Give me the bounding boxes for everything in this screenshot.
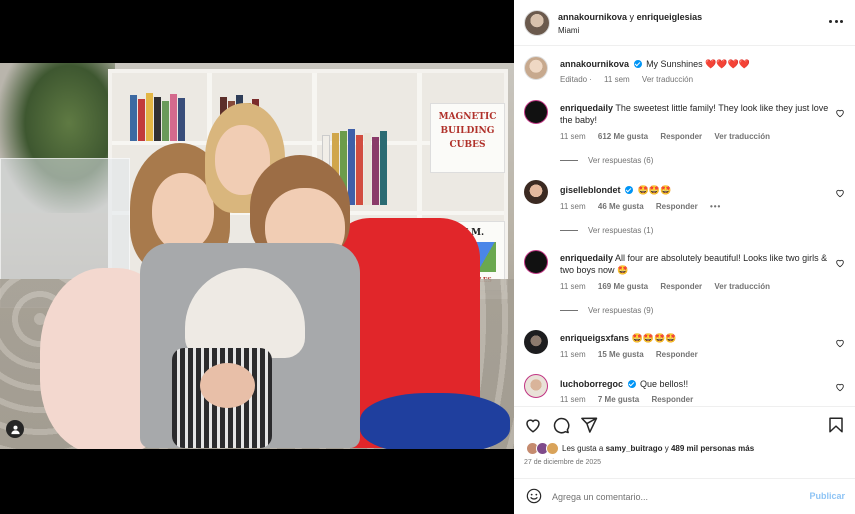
liker-avatar[interactable]: [546, 442, 559, 455]
caption-avatar[interactable]: [524, 56, 548, 80]
comment-username[interactable]: enriquedaily: [560, 253, 613, 263]
reply-button[interactable]: Responder: [660, 132, 702, 141]
likes-connector: y: [664, 444, 669, 453]
user-tag-icon[interactable]: [6, 420, 24, 438]
baby-face: [200, 363, 255, 408]
comment-avatar[interactable]: [524, 374, 548, 398]
comment-time[interactable]: 11 sem: [560, 282, 586, 291]
reply-button[interactable]: Responder: [656, 350, 698, 359]
caption-text: annakournikova My Sunshines ❤️❤️❤️❤️: [560, 58, 832, 70]
caption-username[interactable]: annakournikova: [560, 59, 629, 69]
likes-count[interactable]: 489 mil personas más: [671, 444, 754, 453]
share-icon[interactable]: [580, 416, 598, 434]
author-avatar[interactable]: [524, 10, 550, 36]
smiley-icon[interactable]: [526, 488, 542, 504]
view-replies-label: Ver respuestas (6): [588, 156, 654, 165]
hearts-emoji: ❤️❤️❤️❤️: [705, 59, 750, 69]
heart-icon[interactable]: [524, 416, 542, 434]
comment-likes[interactable]: 7 Me gusta: [598, 395, 639, 404]
post-sidebar: annakournikova y enriqueiglesias Miami a…: [514, 0, 855, 514]
view-replies-label: Ver respuestas (1): [588, 226, 654, 235]
post-authors: annakournikova y enriqueiglesias: [558, 12, 702, 22]
comment-likes[interactable]: 46 Me gusta: [598, 202, 644, 211]
likes-prefix: Les gusta a: [562, 444, 604, 453]
comment-input[interactable]: [552, 488, 802, 506]
comment-avatar[interactable]: [524, 330, 548, 354]
likes-text: Les gusta a samy_buitrago y 489 mil pers…: [562, 444, 754, 453]
bookmark-icon[interactable]: [827, 416, 845, 434]
child-right-shorts: [360, 393, 510, 449]
reply-button[interactable]: Responder: [656, 202, 698, 211]
publish-button[interactable]: Publicar: [809, 491, 845, 501]
comment-likes[interactable]: 612 Me gusta: [598, 132, 648, 141]
comment-avatar[interactable]: [524, 180, 548, 204]
caption-meta: Editado · 11 sem Ver traducción: [560, 75, 694, 84]
edited-label: Editado: [560, 75, 588, 84]
comment-username[interactable]: giselleblondet: [560, 185, 621, 195]
comment-time[interactable]: 11 sem: [560, 395, 586, 404]
view-replies-button[interactable]: Ver respuestas (9): [560, 306, 653, 315]
see-translation-link[interactable]: Ver traducción: [642, 75, 693, 84]
see-translation-link[interactable]: Ver traducción: [714, 132, 770, 141]
comment-body: 🤩🤩🤩🤩: [631, 333, 677, 343]
view-replies-label: Ver respuestas (9): [588, 306, 654, 315]
comments-list[interactable]: annakournikova My Sunshines ❤️❤️❤️❤️ Edi…: [514, 46, 855, 406]
view-replies-button[interactable]: Ver respuestas (6): [560, 156, 653, 165]
heart-icon[interactable]: [835, 108, 845, 118]
author-username[interactable]: annakournikova: [558, 12, 627, 22]
post-date[interactable]: 27 de diciembre de 2025: [524, 459, 601, 466]
comment-body: Que bellos!!: [640, 379, 689, 389]
comment-time[interactable]: 11 sem: [560, 202, 586, 211]
comment-text: enriquedaily The sweetest little family!…: [560, 102, 832, 126]
view-replies-button[interactable]: Ver respuestas (1): [560, 226, 653, 235]
caption-time[interactable]: 11 sem: [604, 75, 630, 84]
reply-button[interactable]: Responder: [651, 395, 693, 404]
liker-username[interactable]: samy_buitrago: [606, 444, 663, 453]
more-options-icon[interactable]: [829, 14, 843, 28]
comment-meta: 11 sem 7 Me gusta Responder: [560, 395, 703, 404]
comment-likes[interactable]: 169 Me gusta: [598, 282, 648, 291]
comment-time[interactable]: 11 sem: [560, 350, 586, 359]
authors-connector: y: [629, 12, 635, 22]
comment-meta: 11 sem 46 Me gusta Responder •••: [560, 202, 731, 211]
comment-text: enriqueigsxfans 🤩🤩🤩🤩: [560, 332, 832, 344]
comment-text: giselleblondet 🤩🤩🤩: [560, 184, 832, 196]
magnetic-cubes-sign: MAGNETIC BUILDING CUBES: [430, 103, 505, 173]
comment-username[interactable]: enriquedaily: [560, 103, 613, 113]
verified-badge-icon: [627, 380, 636, 388]
post-actions: [514, 406, 855, 442]
comment-username[interactable]: enriqueigsxfans: [560, 333, 629, 343]
comment-body: 🤩🤩🤩: [637, 185, 672, 195]
comment-options-icon[interactable]: •••: [710, 202, 721, 211]
heart-icon[interactable]: [835, 382, 845, 392]
collaborator-username[interactable]: enriqueiglesias: [637, 12, 703, 22]
post-header: annakournikova y enriqueiglesias Miami: [514, 0, 855, 46]
post-media[interactable]: MAGNETIC BUILDING CUBES L.N.M. MAGNA-TIL…: [0, 0, 514, 514]
comment-meta: 11 sem 169 Me gusta Responder Ver traduc…: [560, 282, 780, 291]
comment-text: enriquedaily All four are absolutely bea…: [560, 252, 832, 276]
child-left-face: [152, 173, 214, 251]
comment-meta: 11 sem 612 Me gusta Responder Ver traduc…: [560, 132, 780, 141]
comment-text: luchoborregoc Que bellos!!: [560, 378, 832, 390]
post-location[interactable]: Miami: [558, 26, 579, 35]
reply-button[interactable]: Responder: [660, 282, 702, 291]
caption-body: My Sunshines: [646, 59, 703, 69]
heart-icon[interactable]: [835, 188, 845, 198]
comment-username[interactable]: luchoborregoc: [560, 379, 623, 389]
likes-summary: Les gusta a samy_buitrago y 489 mil pers…: [514, 440, 855, 458]
comment-likes[interactable]: 15 Me gusta: [598, 350, 644, 359]
heart-icon[interactable]: [835, 258, 845, 268]
comment-icon[interactable]: [552, 416, 570, 434]
comment-avatar[interactable]: [524, 250, 548, 274]
comment-meta: 11 sem 15 Me gusta Responder: [560, 350, 708, 359]
heart-icon[interactable]: [835, 338, 845, 348]
add-comment-bar: Publicar: [514, 478, 855, 514]
comment-avatar[interactable]: [524, 100, 548, 124]
post-photo[interactable]: MAGNETIC BUILDING CUBES L.N.M. MAGNA-TIL…: [0, 63, 514, 449]
verified-badge-icon: [625, 186, 634, 194]
comment-time[interactable]: 11 sem: [560, 132, 586, 141]
see-translation-link[interactable]: Ver traducción: [714, 282, 770, 291]
verified-badge-icon: [633, 60, 642, 68]
